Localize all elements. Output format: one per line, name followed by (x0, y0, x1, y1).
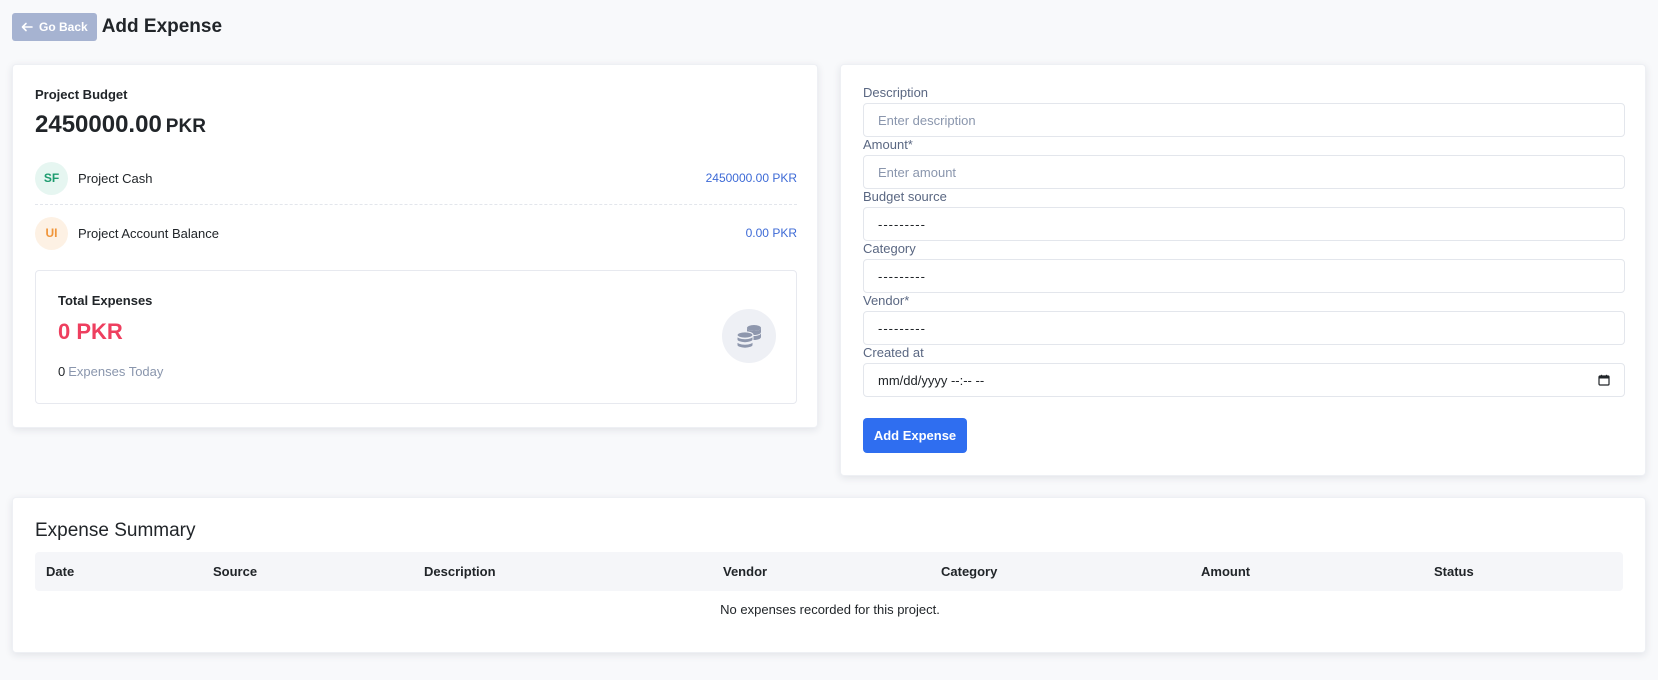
avatar: UI (35, 216, 68, 250)
expense-form-card: Description Amount* Budget source ------… (840, 64, 1646, 476)
expense-summary-card: Expense Summary Date Source Description … (12, 497, 1646, 653)
budget-currency: PKR (165, 116, 206, 137)
add-expense-button[interactable]: Add Expense (863, 418, 967, 453)
account-amount: 0.00 PKR (745, 226, 797, 240)
expenses-today: 0 Expenses Today (58, 364, 163, 379)
go-back-label: Go Back (39, 20, 88, 34)
account-name: Project Account Balance (78, 225, 219, 241)
description-input[interactable] (863, 103, 1625, 137)
amount-input[interactable] (863, 155, 1625, 189)
coins-icon (722, 309, 776, 363)
account-amount: 2450000.00 PKR (705, 171, 797, 185)
description-label: Description (863, 85, 929, 100)
column-header-status: Status (1434, 564, 1474, 579)
total-expenses-label: Total Expenses (58, 293, 153, 308)
vendor-select[interactable]: --------- (863, 311, 1625, 345)
expenses-today-count: 0 (58, 364, 66, 379)
created-at-label: Created at (863, 345, 924, 360)
calendar-icon[interactable] (1598, 374, 1610, 386)
page-title: Add Expense (101, 16, 223, 37)
column-header-date: Date (46, 564, 75, 579)
budget-label: Project Budget (35, 87, 128, 102)
expense-summary-title: Expense Summary (35, 520, 196, 541)
total-expenses-box: Total Expenses 0 PKR 0 Expenses Today (35, 270, 797, 404)
account-name: Project Cash (78, 170, 153, 186)
account-row-project-account-balance: UI Project Account Balance 0.00 PKR (35, 216, 797, 250)
expenses-today-label: Expenses Today (68, 364, 164, 379)
budget-card: Project Budget 2450000.00 PKR SF Project … (12, 64, 818, 428)
account-row-project-cash: SF Project Cash 2450000.00 PKR (35, 161, 797, 195)
divider (35, 204, 797, 205)
empty-table-message: No expenses recorded for this project. (720, 602, 940, 617)
top-bar: Go Back Add Expense (12, 13, 222, 41)
category-select[interactable]: --------- (863, 259, 1625, 293)
category-label: Category (863, 241, 916, 256)
budget-source-value: --------- (878, 216, 926, 232)
category-value: --------- (878, 268, 926, 284)
amount-label: Amount* (863, 137, 913, 152)
budget-source-select[interactable]: --------- (863, 207, 1625, 241)
budget-source-label: Budget source (863, 189, 947, 204)
vendor-label: Vendor* (863, 293, 910, 308)
go-back-button[interactable]: Go Back (12, 13, 97, 41)
table-header: Date Source Description Vendor Category … (35, 552, 1623, 591)
avatar: SF (35, 161, 68, 195)
column-header-category: Category (941, 564, 998, 579)
budget-amount: 2450000.00 (35, 111, 162, 138)
arrow-left-icon (21, 22, 33, 32)
total-expenses-value: 0 PKR (58, 319, 123, 344)
column-header-source: Source (213, 564, 258, 579)
column-header-amount: Amount (1201, 564, 1251, 579)
column-header-vendor: Vendor (723, 564, 768, 579)
column-header-description: Description (424, 564, 496, 579)
budget-value: 2450000.00 PKR (35, 111, 206, 139)
vendor-value: --------- (878, 320, 926, 336)
created-at-value: mm/dd/yyyy --:-- -- (878, 372, 985, 388)
created-at-input[interactable]: mm/dd/yyyy --:-- -- (863, 363, 1625, 397)
